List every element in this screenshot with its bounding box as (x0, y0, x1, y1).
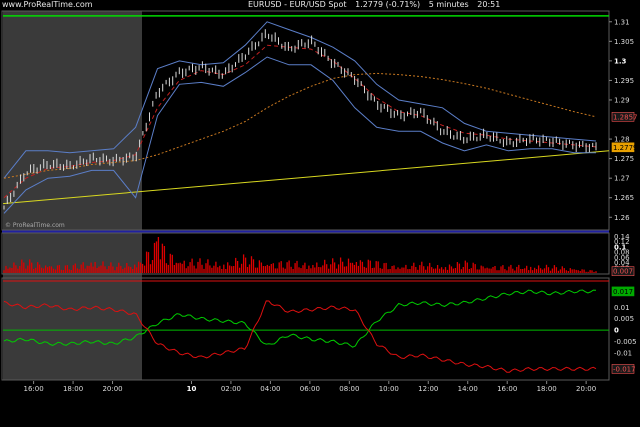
price-tick-label: 1.29 (614, 97, 630, 105)
time-tick-label: 06:00 (300, 385, 320, 393)
price-tick-label: 1.265 (614, 194, 634, 202)
time-tick-label: 18:00 (537, 385, 557, 393)
price-tick-label: 1.2857 (613, 113, 638, 121)
price-tick-label: 1.295 (614, 77, 634, 85)
time-tick-label: 16:00 (497, 385, 517, 393)
watermark-label: © ProRealTime.com (5, 222, 65, 229)
price-axis: 1.31 1.305 1.3 1.295 1.29 1.2857 1.281.2779 1.2… (609, 18, 638, 222)
time-tick-label: 12:00 (418, 385, 438, 393)
chart-window: www.ProRealTime.com EURUSD - EUR/USD Spo… (0, 0, 640, 427)
price-tick-label: 1.3 (614, 57, 627, 65)
price-tick-label: 1.275 (614, 155, 634, 163)
time-tick-label: 20:00 (102, 385, 122, 393)
time-tick-label: 02:00 (221, 385, 241, 393)
time-tick-label: 14:00 (458, 385, 478, 393)
directional-tick-label: -0.01 (614, 349, 632, 357)
time-tick-label: 10:00 (379, 385, 399, 393)
time-tick-label: 04:00 (260, 385, 280, 393)
volume-tick-label: 0.007 (613, 268, 633, 276)
price-tick-label: 1.26 (614, 214, 630, 222)
time-tick-label: 20:00 (576, 385, 596, 393)
price-tick-label: 1.28 (614, 136, 630, 144)
directional-tick-label: 0.01 (614, 304, 630, 312)
session-highlight-band (3, 11, 142, 380)
directional-axis: 0.017 0.01 0.005 0 -0.005 -0.01 -0.017 (611, 286, 637, 374)
time-tick-label: 08:00 (339, 385, 359, 393)
directional-tick-label: 0.005 (614, 315, 634, 323)
directional-tick-label: -0.017 (613, 365, 636, 373)
price-tick-label: 1.31 (614, 18, 630, 26)
time-axis: 16:00 18:00 20:00 10 02:00 04:00 06:00 08:00 10:… (24, 381, 596, 393)
time-tick-label: 10 (187, 385, 197, 393)
time-tick-label: 16:00 (24, 385, 44, 393)
chart-canvas[interactable]: 1.31 1.305 1.3 1.295 1.29 1.2857 1.281.2779 1.2… (0, 0, 640, 427)
price-tick-label: 1.27 (614, 175, 630, 183)
time-tick-label: 18:00 (63, 385, 83, 393)
directional-tick-label: 0.017 (613, 288, 633, 296)
price-tick-label: 1.305 (614, 38, 634, 46)
price-tick-label: 1.2779 (613, 144, 638, 152)
directional-tick-label: 0 (614, 327, 619, 335)
directional-tick-label: -0.005 (614, 338, 637, 346)
volume-axis: 0.140.120.10.080.060.040.020.007 (611, 233, 635, 277)
